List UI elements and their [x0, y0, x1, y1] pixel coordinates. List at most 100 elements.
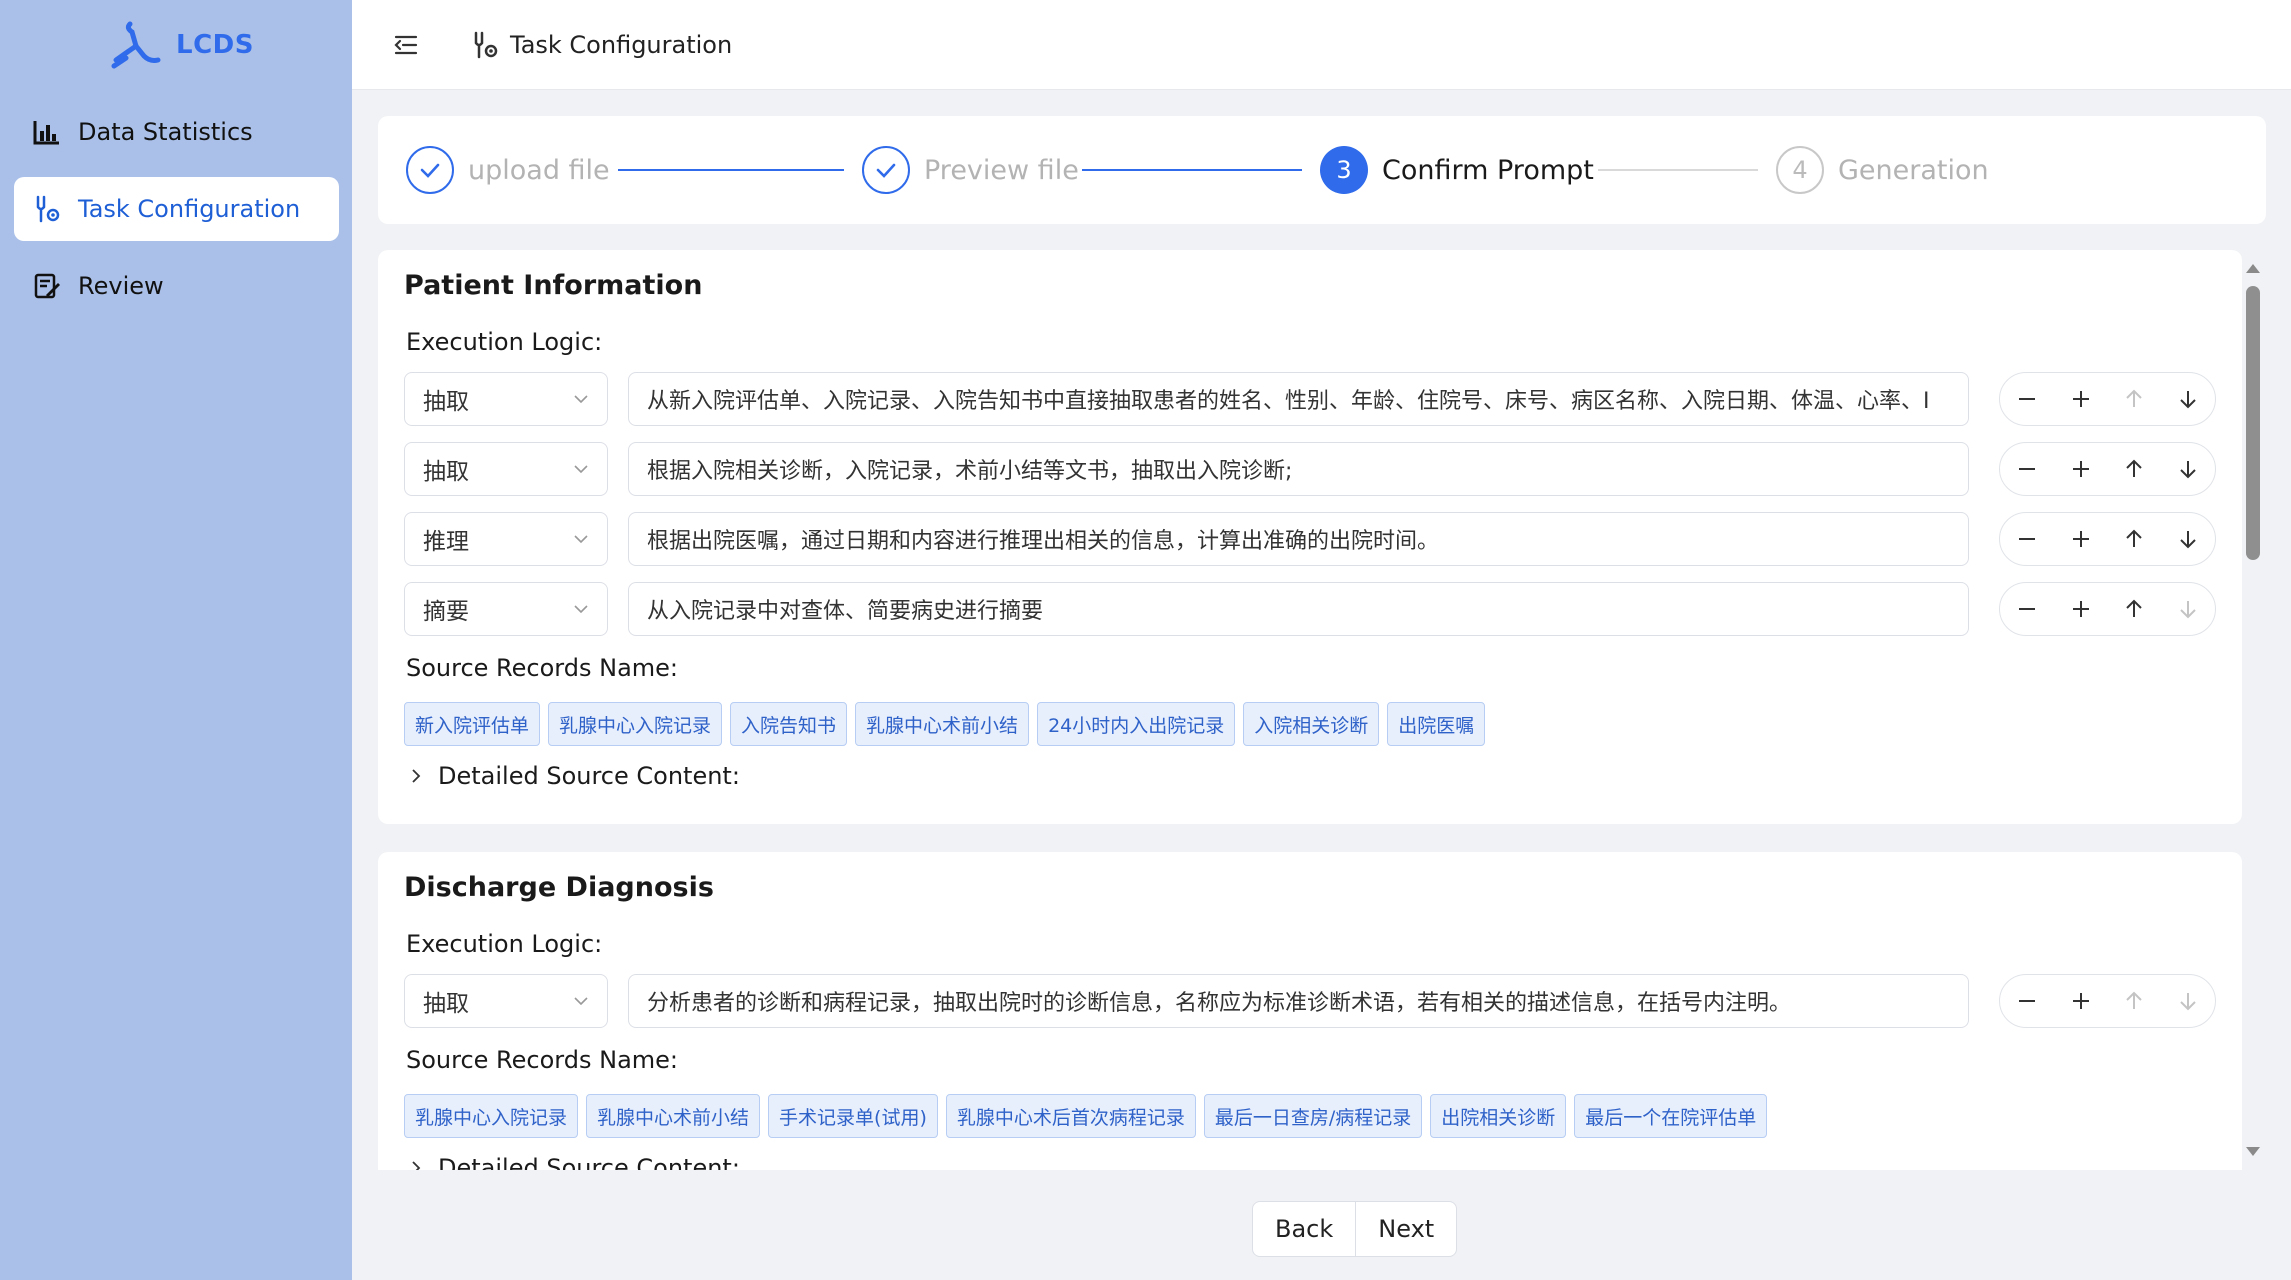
detailed-source-toggle[interactable]: Detailed Source Content:: [408, 762, 740, 790]
source-tag[interactable]: 乳腺中心术后首次病程记录: [945, 1094, 1196, 1138]
source-tag[interactable]: 出院医嘱: [1387, 702, 1486, 746]
source-tag[interactable]: 乳腺中心入院记录: [404, 1094, 579, 1138]
source-tag[interactable]: 出院相关诊断: [1430, 1094, 1567, 1138]
source-tag[interactable]: 最后一日查房/病程记录: [1203, 1094, 1423, 1138]
source-tag[interactable]: 24小时内入出院记录: [1037, 702, 1236, 746]
minus-icon: [2018, 608, 2035, 610]
plus-icon: [2072, 531, 2089, 547]
app-logo[interactable]: LCDS: [110, 18, 254, 72]
step-connector: [1598, 169, 1758, 171]
move-up-button[interactable]: [2108, 583, 2162, 635]
add-row-button[interactable]: [2054, 975, 2108, 1027]
back-button[interactable]: Back: [1253, 1202, 1355, 1256]
move-down-button[interactable]: [2161, 975, 2215, 1027]
arrow-down-icon: [2180, 601, 2196, 619]
step-label: Generation: [1838, 154, 1989, 186]
add-row-button[interactable]: [2054, 583, 2108, 635]
plus-icon: [2072, 461, 2089, 477]
arrow-down-icon: [2180, 391, 2196, 409]
move-up-button[interactable]: [2108, 975, 2162, 1027]
step-upload-file[interactable]: upload file: [406, 146, 610, 194]
step-label: upload file: [468, 154, 610, 186]
app-name: LCDS: [176, 30, 254, 60]
execution-logic-label: Execution Logic:: [406, 328, 603, 356]
logic-row: 抽取 从新入院评估单、入院记录、入院告知书中直接抽取患者的姓名、性别、年龄、住院…: [404, 372, 2216, 428]
logic-text-input[interactable]: 根据出院医嘱，通过日期和内容进行推理出相关的信息，计算出准确的出院时间。: [628, 512, 1969, 566]
move-down-button[interactable]: [2161, 583, 2215, 635]
remove-row-button[interactable]: [2000, 513, 2054, 565]
step-label: Preview file: [924, 154, 1079, 186]
bar-chart-icon: [33, 121, 59, 145]
breadcrumb-label: Task Configuration: [510, 31, 733, 59]
remove-row-button[interactable]: [2000, 975, 2054, 1027]
step-number: 3: [1320, 146, 1368, 194]
step-preview-file[interactable]: Preview file: [862, 146, 1079, 194]
chevron-down-icon: [574, 997, 588, 1006]
sidebar-item-label: Data Statistics: [78, 118, 253, 146]
detailed-source-toggle[interactable]: Detailed Source Content:: [408, 1154, 740, 1170]
move-down-button[interactable]: [2161, 513, 2215, 565]
collapse-sidebar-icon[interactable]: [390, 30, 420, 60]
logic-type-select[interactable]: 抽取: [404, 372, 608, 426]
scrollbar-thumb[interactable]: [2246, 286, 2260, 560]
plus-icon: [2072, 601, 2089, 617]
logic-type-select[interactable]: 摘要: [404, 582, 608, 636]
source-tag-list: 新入院评估单 乳腺中心入院记录 入院告知书 乳腺中心术前小结 24小时内入出院记…: [404, 702, 1486, 746]
source-tag[interactable]: 乳腺中心入院记录: [548, 702, 723, 746]
scroll-down-arrow-icon[interactable]: [2245, 1146, 2261, 1158]
plus-icon: [2072, 993, 2089, 1009]
logic-type-value: 摘要: [423, 599, 469, 625]
move-down-button[interactable]: [2161, 373, 2215, 425]
logic-text-input[interactable]: 分析患者的诊断和病程记录，抽取出院时的诊断信息，名称应为标准诊断术语，若有相关的…: [628, 974, 1969, 1028]
logic-text-input[interactable]: 从入院记录中对查体、简要病史进行摘要: [628, 582, 1969, 636]
logic-type-value: 抽取: [423, 991, 469, 1017]
add-row-button[interactable]: [2054, 373, 2108, 425]
scroll-up-arrow-icon[interactable]: [2245, 262, 2261, 274]
sidebar-item-data-statistics[interactable]: Data Statistics: [14, 100, 339, 164]
section-title: Patient Information: [404, 270, 703, 301]
logic-text-input[interactable]: 根据入院相关诊断，入院记录，术前小结等文书，抽取出入院诊断;: [628, 442, 1969, 496]
move-down-button[interactable]: [2161, 443, 2215, 495]
logic-type-value: 抽取: [423, 459, 469, 485]
arrow-up-icon: [2126, 991, 2143, 1009]
row-action-group: [1999, 372, 2216, 426]
source-tag[interactable]: 乳腺中心术前小结: [855, 702, 1030, 746]
move-up-button[interactable]: [2108, 443, 2162, 495]
next-button[interactable]: Next: [1355, 1202, 1456, 1256]
row-action-group: [1999, 442, 2216, 496]
source-tag[interactable]: 乳腺中心术前小结: [586, 1094, 761, 1138]
move-up-button[interactable]: [2108, 513, 2162, 565]
wizard-nav-buttons: Back Next: [1252, 1201, 1458, 1257]
detailed-source-label: Detailed Source Content:: [438, 762, 740, 790]
source-tag[interactable]: 最后一个在院评估单: [1574, 1094, 1768, 1138]
logic-type-value: 抽取: [423, 389, 469, 415]
plus-icon: [2072, 391, 2089, 407]
chevron-down-icon: [574, 465, 588, 474]
logic-type-select[interactable]: 推理: [404, 512, 608, 566]
arrow-down-icon: [2180, 531, 2196, 549]
sidebar-item-task-configuration[interactable]: Task Configuration: [14, 177, 339, 241]
source-tag[interactable]: 入院告知书: [730, 702, 848, 746]
add-row-button[interactable]: [2054, 513, 2108, 565]
arrow-down-icon: [2180, 993, 2196, 1011]
add-row-button[interactable]: [2054, 443, 2108, 495]
move-up-button[interactable]: [2108, 373, 2162, 425]
row-action-group: [1999, 582, 2216, 636]
remove-row-button[interactable]: [2000, 583, 2054, 635]
execution-logic-label: Execution Logic:: [406, 930, 603, 958]
remove-row-button[interactable]: [2000, 443, 2054, 495]
source-tag[interactable]: 入院相关诊断: [1243, 702, 1380, 746]
step-generation[interactable]: 4 Generation: [1776, 146, 1989, 194]
remove-row-button[interactable]: [2000, 373, 2054, 425]
chevron-down-icon: [574, 535, 588, 544]
sidebar-item-label: Review: [78, 272, 164, 300]
logic-type-select[interactable]: 抽取: [404, 974, 608, 1028]
source-tag[interactable]: 新入院评估单: [404, 702, 541, 746]
source-tag[interactable]: 手术记录单(试用): [768, 1094, 938, 1138]
sidebar-item-review[interactable]: Review: [14, 254, 339, 318]
prompt-scroll-panel[interactable]: Patient Information Execution Logic: 抽取 …: [378, 250, 2244, 1170]
task-config-icon: [474, 31, 498, 59]
logic-text-input[interactable]: 从新入院评估单、入院记录、入院告知书中直接抽取患者的姓名、性别、年龄、住院号、床…: [628, 372, 1969, 426]
logic-type-select[interactable]: 抽取: [404, 442, 608, 496]
step-confirm-prompt[interactable]: 3 Confirm Prompt: [1320, 146, 1594, 194]
